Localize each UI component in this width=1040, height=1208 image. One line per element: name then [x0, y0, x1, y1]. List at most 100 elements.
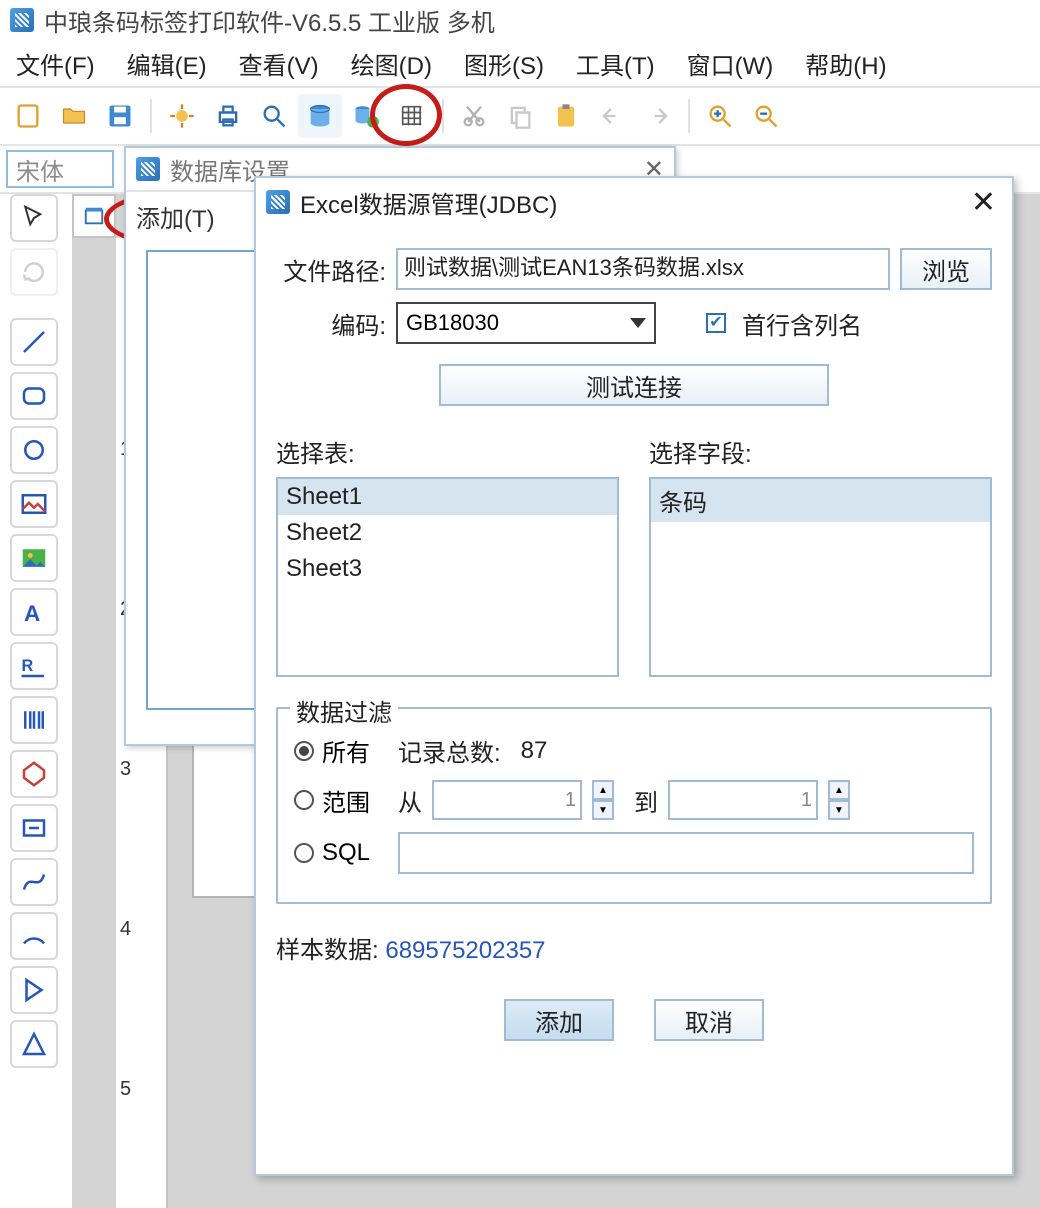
palette-select-icon[interactable] — [10, 194, 58, 242]
palette: A R — [10, 194, 62, 1068]
menu-view[interactable]: 查看(V) — [223, 40, 335, 87]
browse-button-label: 浏览 — [922, 252, 970, 287]
palette-richtext-icon[interactable]: R — [10, 642, 58, 690]
file-path-input[interactable]: 则试数据\测试EAN13条码数据.xlsx — [396, 248, 890, 290]
cancel-button[interactable]: 取消 — [654, 999, 764, 1041]
tool-cut-icon[interactable] — [452, 94, 496, 138]
radio-dot-icon — [294, 741, 314, 761]
menu-tools[interactable]: 工具(T) — [560, 40, 671, 87]
palette-barcode-icon[interactable] — [10, 696, 58, 744]
menubar: 文件(F) 编辑(E) 查看(V) 绘图(D) 图形(S) 工具(T) 窗口(W… — [0, 40, 1040, 88]
first-row-header-checkbox[interactable] — [706, 313, 726, 333]
filter-legend: 数据过滤 — [290, 693, 398, 728]
palette-arc-icon[interactable] — [10, 912, 58, 960]
palette-electronic-icon[interactable] — [10, 804, 58, 852]
record-count-label: 记录总数: — [398, 733, 501, 768]
filter-sql-radio[interactable]: SQL — [294, 839, 370, 867]
menu-file[interactable]: 文件(F) — [0, 40, 111, 87]
tool-new-icon[interactable] — [6, 94, 50, 138]
filter-range-radio[interactable]: 范围 — [294, 783, 370, 818]
palette-image-icon[interactable] — [10, 480, 58, 528]
view-origin-icon[interactable] — [72, 194, 116, 238]
palette-qr-icon[interactable] — [10, 750, 58, 798]
ruler-label: 3 — [120, 758, 131, 781]
font-select[interactable]: 宋体 — [6, 150, 114, 188]
cancel-button-label: 取消 — [685, 1003, 733, 1038]
test-connection-label: 测试连接 — [586, 368, 682, 403]
filter-all-radio[interactable]: 所有 — [294, 733, 370, 768]
encoding-select[interactable]: GB18030 — [396, 302, 656, 344]
ruler-label: 5 — [120, 1078, 131, 1101]
menu-draw[interactable]: 绘图(D) — [335, 40, 448, 87]
table-item[interactable]: Sheet1 — [278, 479, 617, 515]
file-path-label: 文件路径: — [276, 252, 386, 287]
menu-window[interactable]: 窗口(W) — [671, 40, 790, 87]
palette-line-icon[interactable] — [10, 318, 58, 366]
file-path-value: 则试数据\测试EAN13条码数据.xlsx — [404, 255, 744, 280]
record-count-value: 87 — [521, 737, 548, 765]
spinner-up-icon[interactable]: ▲ — [828, 780, 850, 800]
app-icon — [10, 8, 34, 32]
dialog-icon — [266, 190, 290, 214]
range-to-input[interactable]: 1 — [668, 780, 818, 820]
tool-zoom-in-icon[interactable] — [698, 94, 742, 138]
tool-save-icon[interactable] — [98, 94, 142, 138]
ruler-label: 4 — [120, 918, 131, 941]
field-listbox[interactable]: 条码 — [649, 477, 992, 677]
sql-input[interactable] — [398, 832, 974, 874]
to-label: 到 — [634, 783, 658, 818]
menu-shape[interactable]: 图形(S) — [448, 40, 560, 87]
font-select-value: 宋体 — [16, 152, 64, 187]
excel-dialog-close-icon[interactable]: ✕ — [965, 185, 1002, 220]
table-item[interactable]: Sheet3 — [278, 551, 617, 587]
spinner-down-icon[interactable]: ▼ — [592, 800, 614, 820]
tool-paste-icon[interactable] — [544, 94, 588, 138]
sample-value: 689575202357 — [385, 937, 545, 964]
excel-dialog-title: Excel数据源管理(JDBC) — [300, 185, 557, 220]
tool-redo-icon[interactable] — [636, 94, 680, 138]
tool-undo-icon[interactable] — [590, 94, 634, 138]
svg-text:A: A — [24, 601, 40, 626]
tool-settings-icon[interactable] — [160, 94, 204, 138]
palette-triangle-icon[interactable] — [10, 1020, 58, 1068]
filter-sql-label: SQL — [322, 839, 370, 867]
dialog-icon — [136, 157, 160, 181]
palette-rotate-icon[interactable] — [10, 248, 58, 296]
add-button-label: 添加 — [535, 1003, 583, 1038]
tool-database-multi-icon[interactable] — [344, 94, 388, 138]
sample-label: 样本数据: — [276, 937, 379, 964]
palette-text-icon[interactable]: A — [10, 588, 58, 636]
tool-database-icon[interactable] — [298, 94, 342, 138]
field-item[interactable]: 条码 — [651, 479, 990, 522]
palette-ellipse-icon[interactable] — [10, 426, 58, 474]
range-to-value: 1 — [801, 789, 812, 812]
tool-grid-icon[interactable] — [390, 94, 434, 138]
palette-curve-icon[interactable] — [10, 858, 58, 906]
palette-polygon-icon[interactable] — [10, 966, 58, 1014]
range-from-input[interactable]: 1 — [432, 780, 582, 820]
radio-dot-icon — [294, 843, 314, 863]
spinner-down-icon[interactable]: ▼ — [828, 800, 850, 820]
chevron-down-icon — [630, 318, 646, 328]
tool-open-icon[interactable] — [52, 94, 96, 138]
from-label: 从 — [398, 783, 422, 818]
select-table-label: 选择表: — [276, 434, 619, 469]
add-button[interactable]: 添加 — [504, 999, 614, 1041]
tool-copy-icon[interactable] — [498, 94, 542, 138]
db-add-button[interactable]: 添加(T) — [136, 199, 215, 234]
tool-zoom-out-icon[interactable] — [744, 94, 788, 138]
browse-button[interactable]: 浏览 — [900, 248, 992, 290]
tool-print-icon[interactable] — [206, 94, 250, 138]
table-listbox[interactable]: Sheet1 Sheet2 Sheet3 — [276, 477, 619, 677]
palette-picture-icon[interactable] — [10, 534, 58, 582]
spinner-up-icon[interactable]: ▲ — [592, 780, 614, 800]
excel-datasource-dialog: Excel数据源管理(JDBC) ✕ 文件路径: 则试数据\测试EAN13条码数… — [254, 176, 1014, 1176]
table-item[interactable]: Sheet2 — [278, 515, 617, 551]
menu-edit[interactable]: 编辑(E) — [111, 40, 223, 87]
tool-preview-icon[interactable] — [252, 94, 296, 138]
test-connection-button[interactable]: 测试连接 — [439, 364, 829, 406]
palette-roundrect-icon[interactable] — [10, 372, 58, 420]
menu-help[interactable]: 帮助(H) — [789, 40, 902, 87]
radio-dot-icon — [294, 790, 314, 810]
first-row-header-label: 首行含列名 — [742, 306, 862, 341]
